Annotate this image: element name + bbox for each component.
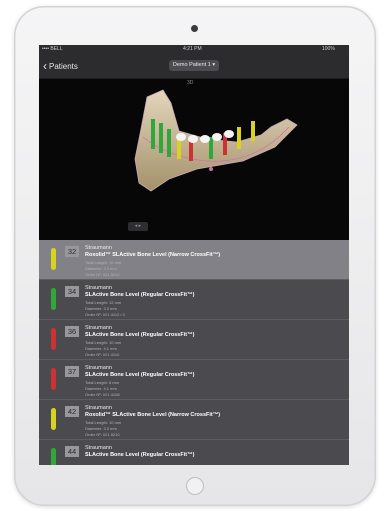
implant-row[interactable]: 32 Straumann Roxolid™ SLActive Bone Level …	[39, 240, 349, 280]
view-mode-label: 3D	[187, 80, 194, 86]
implant-detail-line: Total Length: 8 mm	[85, 380, 120, 385]
implant-brand: Straumann	[85, 325, 112, 331]
tooth-number-badge: 32	[65, 246, 79, 257]
battery-level: 100%	[322, 46, 335, 52]
tooth-number-badge: 37	[65, 366, 79, 377]
implant-detail-line: Diameter: 3.3 mm	[85, 306, 117, 311]
patient-selector[interactable]: Demo Patient 1 ▾	[169, 60, 219, 71]
chevron-left-icon: ‹	[43, 59, 47, 73]
implant-color-indicator	[51, 248, 56, 270]
tooth-number-badge: 44	[65, 446, 79, 457]
implant-list: 32 Straumann Roxolid™ SLActive Bone Level …	[39, 240, 349, 465]
app-screen: •••• BELL 4:21 PM 100% ‹ Patients Demo P…	[39, 45, 349, 465]
view-rotate-control[interactable]: ◂ ▸	[128, 222, 148, 231]
implant-detail-line: Order Nº: 021.4110	[85, 352, 120, 357]
implant-color-indicator	[51, 408, 56, 430]
front-camera	[191, 25, 198, 32]
implant-row[interactable]: 37 Straumann SLActive Bone Level (Regular …	[39, 360, 349, 400]
implant-detail-line: Diameter: 4.1 mm	[85, 386, 117, 391]
tooth-number-badge: 36	[65, 326, 79, 337]
implant-color-indicator	[51, 368, 56, 390]
carrier-label: •••• BELL	[42, 46, 63, 52]
implant-brand: Straumann	[85, 445, 112, 451]
home-button[interactable]	[186, 477, 204, 495]
implant-product-name: Roxolid™ SLActive Bone Level (Narrow Cro…	[85, 252, 221, 258]
implant-row[interactable]: 34 Straumann SLActive Bone Level (Regular …	[39, 280, 349, 320]
implant-product-name: SLActive Bone Level (Regular CrossFit™)	[85, 332, 195, 338]
back-label: Patients	[49, 61, 78, 71]
status-bar: •••• BELL 4:21 PM 100%	[39, 45, 349, 54]
implant-detail-line: Diameter: 3.3 mm	[85, 426, 117, 431]
implant-detail-line: Diameter: 4.1 mm	[85, 346, 117, 351]
implant-product-name: SLActive Bone Level (Regular CrossFit™)	[85, 372, 195, 378]
implant-detail-line: Order Nº: 021.4112 / 0	[85, 312, 125, 317]
implant-detail-line: Total Length: 10 mm	[85, 340, 122, 345]
implant-color-indicator	[51, 328, 56, 350]
implant-detail-line: Diameter: 3.3 mm	[85, 266, 117, 271]
tooth-number-badge: 34	[65, 286, 79, 297]
implant-product-name: Roxolid™ SLActive Bone Level (Narrow Cro…	[85, 412, 221, 418]
implant-detail-line: Total Length: 10 mm	[85, 420, 122, 425]
implant-product-name: SLActive Bone Level (Regular CrossFit™)	[85, 292, 195, 298]
implant-product-name: SLActive Bone Level (Regular CrossFit™)	[85, 452, 195, 458]
implant-row[interactable]: 44 Straumann SLActive Bone Level (Regular …	[39, 440, 349, 465]
implant-detail-line: Order Nº: 021.5210	[85, 432, 120, 437]
implant-brand: Straumann	[85, 365, 112, 371]
implant-color-indicator	[51, 448, 56, 465]
implant-row[interactable]: 42 Straumann Roxolid™ SLActive Bone Level …	[39, 400, 349, 440]
back-button[interactable]: ‹ Patients	[43, 57, 78, 75]
implant-detail-line: Total Length: 12 mm	[85, 300, 122, 305]
implant-detail-line: Total Length: 10 mm	[85, 260, 122, 265]
implant-brand: Straumann	[85, 405, 112, 411]
implant-brand: Straumann	[85, 285, 112, 291]
3d-jaw-viewer[interactable]: 3D ◂ ▸	[39, 79, 349, 240]
implant-color-indicator	[51, 288, 56, 310]
navigation-bar: ‹ Patients Demo Patient 1 ▾	[39, 54, 349, 79]
implant-brand: Straumann	[85, 245, 112, 251]
implant-detail-line: Order Nº: 021.5210	[85, 272, 120, 277]
jaw-model-render	[134, 89, 298, 192]
implant-row[interactable]: 36 Straumann SLActive Bone Level (Regular …	[39, 320, 349, 360]
tooth-number-badge: 42	[65, 406, 79, 417]
clock: 4:21 PM	[183, 46, 202, 52]
implant-detail-line: Order Nº: 021.4108	[85, 392, 120, 397]
